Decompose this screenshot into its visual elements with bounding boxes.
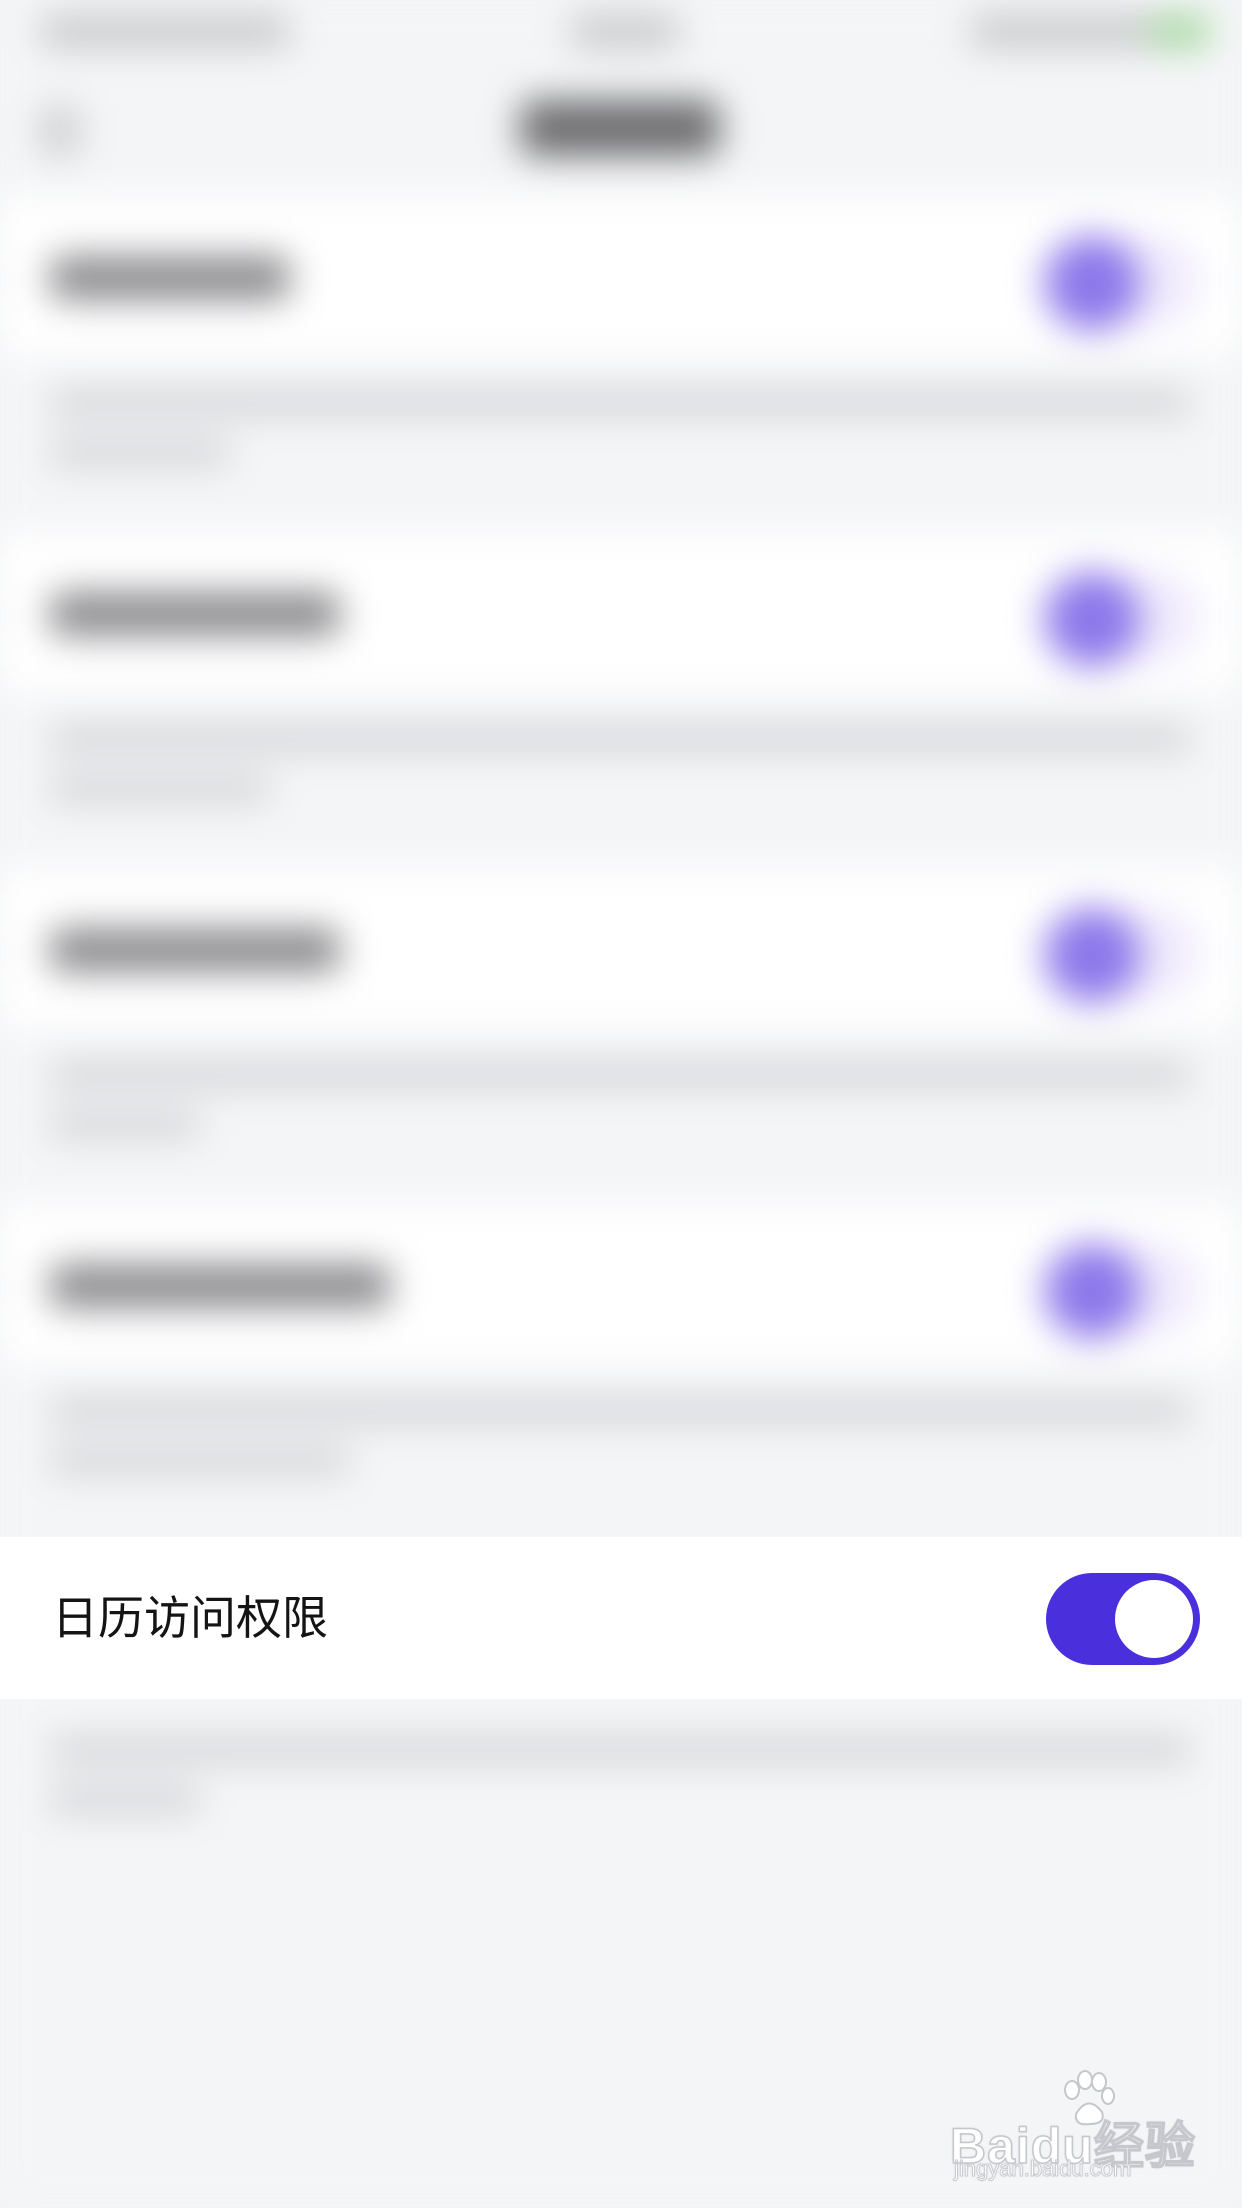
baidu-jingyan-watermark: Baidu经验 jingyan.baidu.com	[949, 2070, 1196, 2182]
back-arrow-icon[interactable]	[40, 106, 80, 156]
calendar-permission-label: 日历访问权限	[52, 1592, 328, 1644]
permission-row[interactable]	[0, 196, 1242, 356]
permission-label	[50, 1264, 390, 1308]
permission-section	[0, 196, 1242, 532]
permission-section	[0, 1204, 1242, 1540]
toggle-knob	[1045, 236, 1140, 331]
permission-row[interactable]	[0, 1204, 1242, 1364]
toggle-knob	[1045, 1244, 1140, 1339]
permission-description-line	[50, 1787, 200, 1813]
carrier-indicator	[40, 14, 290, 48]
permission-description-line	[50, 1112, 200, 1138]
permission-description-line	[50, 440, 230, 466]
navigation-bar	[0, 66, 1242, 196]
permission-description-line	[50, 1448, 350, 1474]
watermark-url: jingyan.baidu.com	[954, 2156, 1132, 2182]
permission-row[interactable]	[0, 532, 1242, 692]
calendar-permission-row[interactable]: 日历访问权限	[0, 1537, 1242, 1699]
permission-description-line	[50, 726, 1190, 752]
status-bar	[0, 0, 1242, 66]
permission-description-line	[50, 776, 270, 802]
permission-row[interactable]	[0, 868, 1242, 1028]
permission-description-line	[50, 390, 1190, 416]
permission-description	[0, 1699, 1242, 1859]
calendar-permission-toggle[interactable]	[1046, 1573, 1200, 1665]
battery-indicator	[970, 14, 1170, 48]
permission-section	[0, 868, 1242, 1204]
permission-label	[50, 928, 340, 972]
blurred-background	[0, 0, 1242, 2208]
permission-label	[50, 592, 340, 636]
page-title	[520, 100, 720, 156]
status-time	[570, 14, 680, 48]
permission-description-line	[50, 1737, 1190, 1763]
toggle-knob	[1115, 1580, 1193, 1658]
permission-section	[0, 532, 1242, 868]
toggle-knob	[1045, 908, 1140, 1003]
permission-label	[50, 256, 290, 300]
permission-description-line	[50, 1398, 1190, 1424]
permission-description-line	[50, 1062, 1190, 1088]
battery-icon	[1150, 14, 1210, 48]
toggle-knob	[1045, 572, 1140, 667]
